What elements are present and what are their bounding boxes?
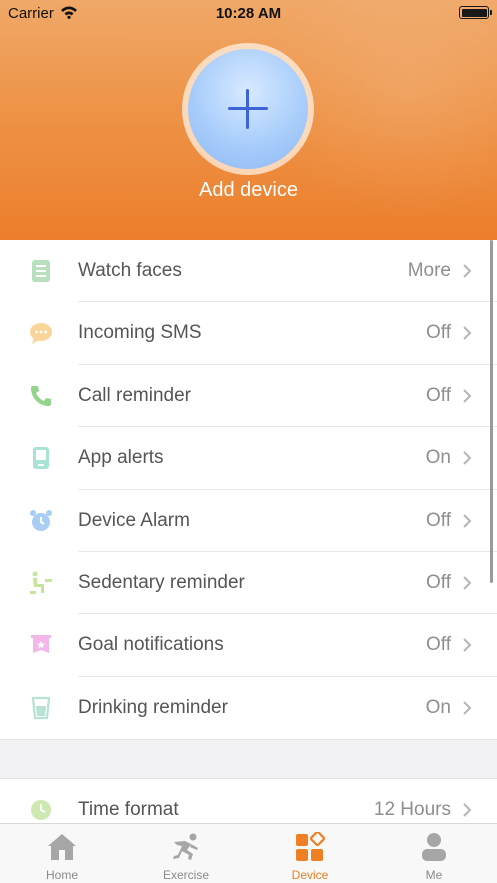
alarm-clock-icon	[30, 509, 52, 531]
setting-label: App alerts	[78, 447, 164, 469]
tab-home[interactable]: Home	[0, 824, 124, 883]
setting-label: Time format	[78, 799, 179, 820]
device-grid-icon	[296, 832, 325, 861]
sitting-person-icon	[30, 571, 52, 594]
setting-label: Goal notifications	[78, 634, 224, 656]
setting-value: Off	[426, 384, 451, 406]
tab-label: Home	[45, 868, 78, 882]
chevron-right-icon	[463, 389, 472, 403]
chevron-right-icon	[463, 513, 472, 528]
add-device-label: Add device	[199, 179, 298, 201]
setting-row-goal-notifications[interactable]: Goal notifications Off	[0, 614, 497, 677]
phone-icon	[31, 385, 51, 406]
clock-time: 10:28 AM	[215, 5, 282, 22]
running-icon	[173, 833, 198, 860]
tab-label: Device	[291, 868, 329, 882]
tab-me[interactable]: Me	[372, 824, 496, 883]
chevron-right-icon	[463, 264, 472, 278]
setting-row-watch-faces[interactable]: Watch faces More	[0, 240, 497, 303]
setting-value: On	[425, 696, 451, 718]
person-icon	[422, 833, 446, 861]
chevron-right-icon	[463, 803, 472, 817]
setting-value: Off	[426, 509, 451, 531]
add-device-button[interactable]	[188, 49, 308, 169]
clock-icon	[31, 800, 51, 820]
chevron-right-icon	[463, 638, 472, 653]
goal-flag-icon	[31, 635, 51, 654]
setting-row-sedentary-reminder[interactable]: Sedentary reminder Off	[0, 551, 497, 615]
setting-value: Off	[426, 571, 451, 593]
setting-row-drinking-reminder[interactable]: Drinking reminder On	[0, 676, 497, 740]
chat-bubble-icon	[30, 323, 52, 345]
battery-icon	[459, 6, 492, 19]
chevron-right-icon	[463, 576, 472, 590]
watch-face-icon	[32, 260, 50, 282]
setting-row-call-reminder[interactable]: Call reminder Off	[0, 364, 497, 428]
phone-alert-icon	[33, 447, 49, 470]
tab-bar: Home Exercise Device Me	[0, 823, 497, 883]
scrollbar[interactable]	[490, 240, 493, 583]
setting-value: On	[425, 447, 451, 469]
setting-row-app-alerts[interactable]: App alerts On	[0, 427, 497, 490]
setting-value: 12 Hours	[373, 799, 451, 820]
header-banner: Carrier 10:28 AM Add device	[0, 0, 497, 240]
setting-label: Drinking reminder	[78, 696, 228, 718]
tab-exercise[interactable]: Exercise	[124, 824, 248, 883]
tab-label: Me	[425, 868, 443, 882]
setting-value: More	[407, 260, 451, 281]
setting-value: Off	[426, 322, 451, 344]
water-glass-icon	[31, 696, 51, 719]
chevron-right-icon	[463, 701, 472, 715]
chevron-right-icon	[463, 326, 472, 341]
tab-label: Exercise	[162, 868, 209, 882]
setting-label: Incoming SMS	[78, 322, 202, 344]
setting-value: Off	[426, 634, 451, 656]
chevron-right-icon	[463, 451, 472, 465]
setting-label: Sedentary reminder	[78, 571, 245, 593]
section-gap	[0, 739, 497, 779]
setting-label: Call reminder	[78, 384, 191, 406]
tab-device[interactable]: Device	[248, 824, 372, 883]
setting-label: Device Alarm	[78, 509, 190, 531]
status-bar: Carrier 10:28 AM	[0, 0, 497, 26]
setting-label: Watch faces	[78, 260, 182, 281]
home-icon	[48, 834, 76, 860]
setting-row-incoming-sms[interactable]: Incoming SMS Off	[0, 302, 497, 365]
settings-list: Watch faces More Incoming SMS Off Call r…	[0, 240, 497, 740]
setting-row-device-alarm[interactable]: Device Alarm Off	[0, 489, 497, 552]
